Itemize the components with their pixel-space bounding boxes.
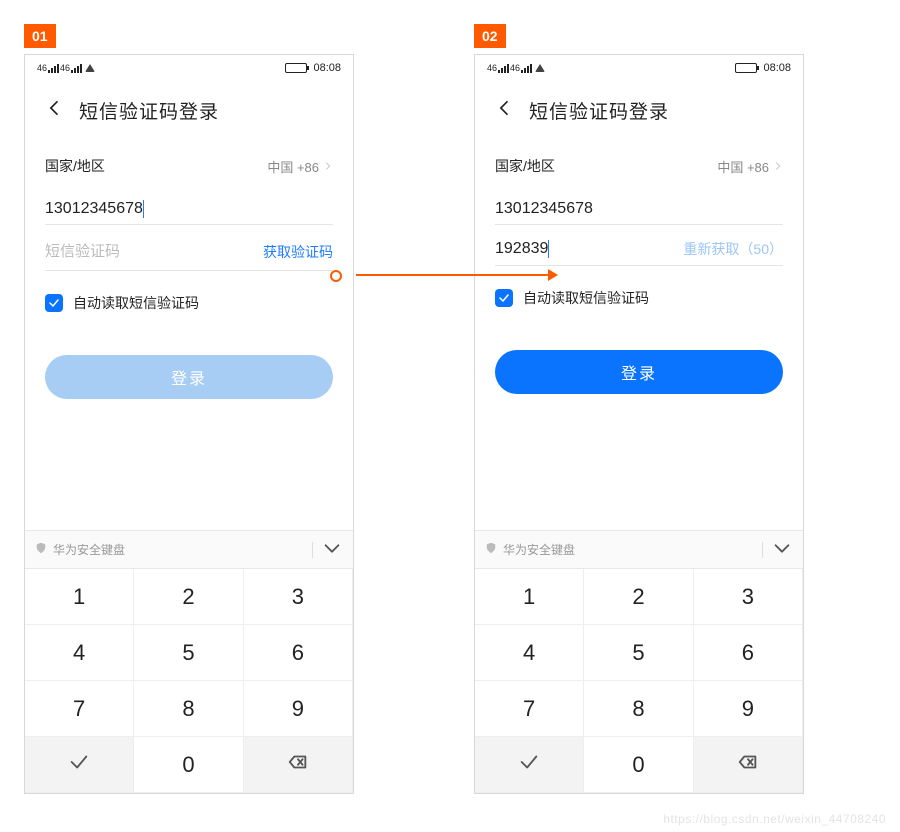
key-5[interactable]: 5	[134, 625, 243, 681]
login-button[interactable]: 登录	[45, 355, 333, 399]
chevron-right-icon	[323, 159, 333, 174]
key-1[interactable]: 1	[475, 569, 584, 625]
annotation-arrow	[356, 274, 556, 276]
check-icon	[518, 751, 540, 779]
chevron-right-icon	[773, 159, 783, 174]
signal-icon	[71, 64, 82, 73]
key-7[interactable]: 7	[25, 681, 134, 737]
clock: 08:08	[763, 62, 791, 74]
signal-icon	[521, 64, 532, 73]
get-code-button[interactable]: 获取验证码	[263, 242, 333, 262]
auto-read-label: 自动读取短信验证码	[523, 288, 649, 308]
clock: 08:08	[313, 62, 341, 74]
key-4[interactable]: 4	[475, 625, 584, 681]
shield-icon	[35, 542, 47, 557]
status-bar: 46 46 08:08	[475, 55, 803, 81]
annotation-dot	[330, 270, 342, 282]
key-4[interactable]: 4	[25, 625, 134, 681]
key-8[interactable]: 8	[584, 681, 693, 737]
key-3[interactable]: 3	[694, 569, 803, 625]
numeric-keypad: 1 2 3 4 5 6 7 8 9 0	[475, 569, 803, 793]
shield-icon	[485, 542, 497, 557]
phone-value: 13012345678	[45, 200, 143, 218]
battery-icon	[735, 63, 757, 73]
text-cursor	[548, 240, 549, 258]
login-button[interactable]: 登录	[495, 350, 783, 394]
auto-read-label: 自动读取短信验证码	[73, 293, 199, 313]
step-badge: 02	[474, 24, 506, 48]
key-confirm[interactable]	[475, 737, 584, 793]
battery-icon	[285, 63, 307, 73]
back-icon[interactable]	[495, 98, 515, 123]
phone-mock-1: 46 46 08:08 短信验证码登录 国家/	[24, 54, 354, 794]
watermark: https://blog.csdn.net/weixin_44708240	[663, 812, 886, 826]
key-0[interactable]: 0	[584, 737, 693, 793]
auto-read-checkbox[interactable]	[45, 294, 63, 312]
auto-read-checkbox[interactable]	[495, 289, 513, 307]
region-selector[interactable]: 国家/地区 中国 +86	[45, 146, 333, 186]
phone-value: 13012345678	[495, 200, 593, 218]
key-2[interactable]: 2	[584, 569, 693, 625]
step-badge: 01	[24, 24, 56, 48]
key-0[interactable]: 0	[134, 737, 243, 793]
key-9[interactable]: 9	[244, 681, 353, 737]
check-icon	[68, 751, 90, 779]
key-backspace[interactable]	[244, 737, 353, 793]
back-icon[interactable]	[45, 98, 65, 123]
code-field[interactable]: 获取验证码	[45, 231, 333, 271]
wifi-icon	[85, 64, 95, 72]
keyboard-title: 华为安全键盘	[503, 541, 575, 558]
region-value: 中国 +86	[717, 157, 769, 176]
resend-code-button: 重新获取（50）	[683, 239, 783, 259]
key-backspace[interactable]	[694, 737, 803, 793]
region-label: 国家/地区	[45, 156, 105, 176]
status-bar: 46 46 08:08	[25, 55, 353, 81]
backspace-icon	[737, 751, 759, 779]
phone-field[interactable]: 13012345678	[495, 192, 783, 225]
key-confirm[interactable]	[25, 737, 134, 793]
text-cursor	[143, 200, 144, 218]
keyboard-header: 华为安全键盘	[25, 530, 353, 569]
key-5[interactable]: 5	[584, 625, 693, 681]
code-value: 192839	[495, 240, 548, 258]
keyboard-header: 华为安全键盘	[475, 530, 803, 569]
key-8[interactable]: 8	[134, 681, 243, 737]
key-3[interactable]: 3	[244, 569, 353, 625]
region-label: 国家/地区	[495, 156, 555, 176]
collapse-keyboard-icon[interactable]	[771, 537, 793, 562]
keyboard-title: 华为安全键盘	[53, 541, 125, 558]
wifi-icon	[535, 64, 545, 72]
key-7[interactable]: 7	[475, 681, 584, 737]
key-1[interactable]: 1	[25, 569, 134, 625]
key-6[interactable]: 6	[694, 625, 803, 681]
code-field[interactable]: 192839 重新获取（50）	[495, 231, 783, 266]
phone-field[interactable]: 13012345678	[45, 192, 333, 225]
region-value: 中国 +86	[267, 157, 319, 176]
key-9[interactable]: 9	[694, 681, 803, 737]
numeric-keypad: 1 2 3 4 5 6 7 8 9 0	[25, 569, 353, 793]
code-input[interactable]	[45, 239, 218, 264]
key-2[interactable]: 2	[134, 569, 243, 625]
region-selector[interactable]: 国家/地区 中国 +86	[495, 146, 783, 186]
phone-mock-2: 46 46 08:08 短信验证码登录 国家/	[474, 54, 804, 794]
key-6[interactable]: 6	[244, 625, 353, 681]
collapse-keyboard-icon[interactable]	[321, 537, 343, 562]
signal-icon	[48, 64, 59, 73]
page-title: 短信验证码登录	[529, 97, 669, 124]
page-title: 短信验证码登录	[79, 97, 219, 124]
signal-icon	[498, 64, 509, 73]
backspace-icon	[287, 751, 309, 779]
